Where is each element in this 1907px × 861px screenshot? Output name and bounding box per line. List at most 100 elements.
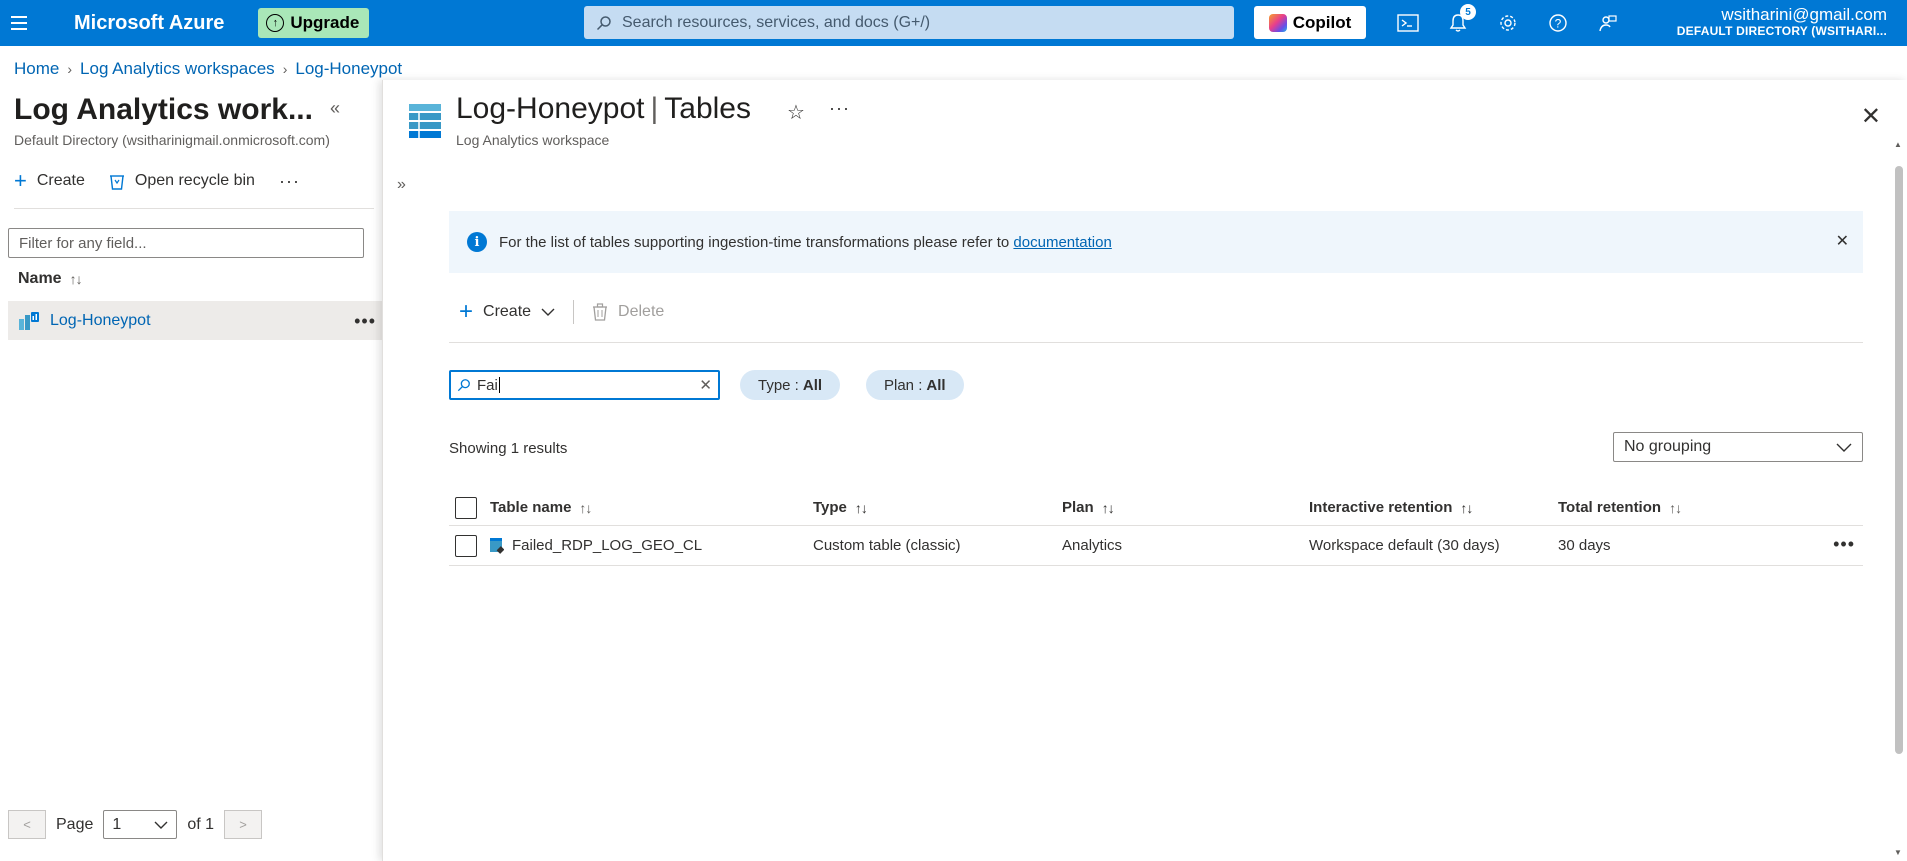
brand-title[interactable]: Microsoft Azure [74,12,224,35]
feedback-icon[interactable] [1588,0,1628,46]
divider [14,208,374,209]
column-header-interactive-retention[interactable]: Interactive retention ↑↓ [1309,490,1473,525]
filter-label: Plan : [884,376,923,394]
info-icon: i [467,232,487,252]
close-icon[interactable]: ✕ [1861,102,1881,131]
recycle-bin-icon [109,175,124,190]
divider [449,342,1863,343]
copilot-button[interactable]: Copilot [1254,6,1366,39]
plan-cell: Analytics [1062,537,1123,554]
create-button[interactable]: + Create [14,170,85,192]
plus-icon: + [459,298,474,325]
cloud-shell-icon[interactable] [1388,0,1428,46]
column-header-table-name[interactable]: Table name ↑↓ [490,490,592,525]
table-row[interactable]: Failed_RDP_LOG_GEO_CL Custom table (clas… [449,526,1863,566]
row-checkbox[interactable] [455,526,477,565]
chevron-down-icon [541,308,555,316]
log-analytics-icon [19,311,39,330]
table-search-input[interactable]: Fai ✕ [449,370,720,400]
account-menu[interactable]: wsitharini@gmail.com DEFAULT DIRECTORY (… [1676,5,1887,38]
resource-list-pane: Log Analytics work... « Default Director… [0,88,382,861]
open-recycle-bin-button[interactable]: Open recycle bin [109,172,255,190]
column-header-plan[interactable]: Plan ↑↓ [1062,490,1115,525]
column-header-type[interactable]: Type ↑↓ [813,490,868,525]
type-filter-pill[interactable]: Type : All [740,370,841,400]
create-dropdown-button[interactable]: + Create [449,300,565,324]
left-pane-subtitle: Default Directory (wsitharinigmail.onmic… [14,132,330,148]
arrow-up-icon: ↑ [266,14,285,32]
delete-button[interactable]: Delete [582,303,674,321]
grouping-value: No grouping [1624,438,1712,455]
list-item[interactable]: Log-Honeypot ••• [8,301,382,340]
table-name: Failed_RDP_LOG_GEO_CL [512,537,703,554]
next-page-button[interactable]: > [224,810,263,839]
settings-gear-icon[interactable] [1488,0,1528,46]
global-search-input[interactable]: Search resources, services, and docs (G+… [584,6,1234,39]
more-options-icon[interactable]: ··· [279,171,300,192]
select-all-checkbox[interactable] [455,490,477,525]
results-count: Showing 1 results [449,440,568,457]
info-banner: i For the list of tables supporting inge… [449,211,1863,273]
name-header-label: Name [18,270,62,287]
expand-menu-icon[interactable]: » [397,176,406,194]
sort-icon: ↑↓ [854,499,868,516]
more-options-icon[interactable]: ••• [354,311,376,332]
breadcrumb-home[interactable]: Home [14,59,59,79]
page-select-value: 1 [112,815,122,833]
filter-placeholder: Filter for any field... [19,234,147,252]
notifications-bell-icon[interactable]: 5 [1438,0,1478,46]
scroll-down-icon[interactable]: ▼ [1894,848,1902,857]
interactive-retention-cell: Workspace default (30 days) [1309,537,1500,554]
page-title: Log-Honeypot | Tables [456,92,751,126]
page-subtitle: Log Analytics workspace [456,132,610,148]
chevron-down-icon [1836,443,1852,452]
scrollbar-thumb[interactable] [1895,166,1903,754]
sort-icon: ↑↓ [579,499,592,516]
scroll-up-icon[interactable]: ▲ [1894,140,1902,149]
custom-table-icon [490,537,504,554]
pager: < Page 1 of 1 > [8,810,263,839]
left-command-bar: + Create Open recycle bin ··· [14,170,300,192]
menu-icon[interactable] [0,0,38,46]
vertical-scrollbar[interactable]: ▲ ▼ [1890,136,1907,861]
column-label: Total retention [1558,499,1662,516]
left-pane-title: Log Analytics work... [14,93,313,126]
help-icon[interactable]: ? [1538,0,1578,46]
top-bar: Microsoft Azure ↑ Upgrade Search resourc… [0,0,1907,46]
table-header: Table name ↑↓ Type ↑↓ Plan ↑↓ Interactive r… [449,490,1863,526]
delete-label: Delete [618,303,665,320]
column-label: Plan [1062,499,1094,516]
breadcrumb-log-honeypot[interactable]: Log-Honeypot [295,59,402,79]
plan-filter-pill[interactable]: Plan : All [866,370,964,400]
tables-blade: Log-Honeypot | Tables ☆ ··· Log Analytics … [382,80,1907,861]
create-label: Create [483,303,532,320]
account-directory: DEFAULT DIRECTORY (WSITHARI... [1676,23,1887,38]
sort-icon: ↑↓ [1101,499,1115,516]
page-select[interactable]: 1 [103,810,178,839]
grouping-dropdown[interactable]: No grouping [1613,432,1863,462]
filter-input[interactable]: Filter for any field... [8,228,364,258]
table-search-value: Fai [477,376,498,394]
name-column-header[interactable]: Name ↑↓ [18,270,83,288]
dismiss-banner-icon[interactable]: ✕ [1836,231,1849,251]
upgrade-button[interactable]: ↑ Upgrade [258,8,370,38]
favorite-star-icon[interactable]: ☆ [787,100,805,125]
plus-icon: + [14,168,27,193]
of-pages-label: of 1 [187,815,215,833]
table-name-cell[interactable]: Failed_RDP_LOG_GEO_CL [490,526,702,565]
breadcrumb-log-analytics[interactable]: Log Analytics workspaces [80,59,275,79]
page-title-resource: Log-Honeypot [456,92,645,125]
info-message: For the list of tables supporting ingest… [499,233,1010,251]
prev-page-button[interactable]: < [8,810,46,839]
chevron-right-icon: › [67,61,73,77]
collapse-left-icon[interactable]: « [330,98,340,119]
svg-text:?: ? [1555,17,1562,31]
copilot-label: Copilot [1292,12,1352,32]
column-header-total-retention[interactable]: Total retention ↑↓ [1558,490,1682,525]
tables-toolbar: + Create Delete [449,300,674,324]
total-retention-cell: 30 days [1558,537,1611,554]
row-more-options-icon[interactable]: ••• [1833,534,1855,555]
documentation-link[interactable]: documentation [1013,234,1111,251]
more-options-icon[interactable]: ··· [829,98,850,119]
clear-search-icon[interactable]: ✕ [699,376,712,394]
